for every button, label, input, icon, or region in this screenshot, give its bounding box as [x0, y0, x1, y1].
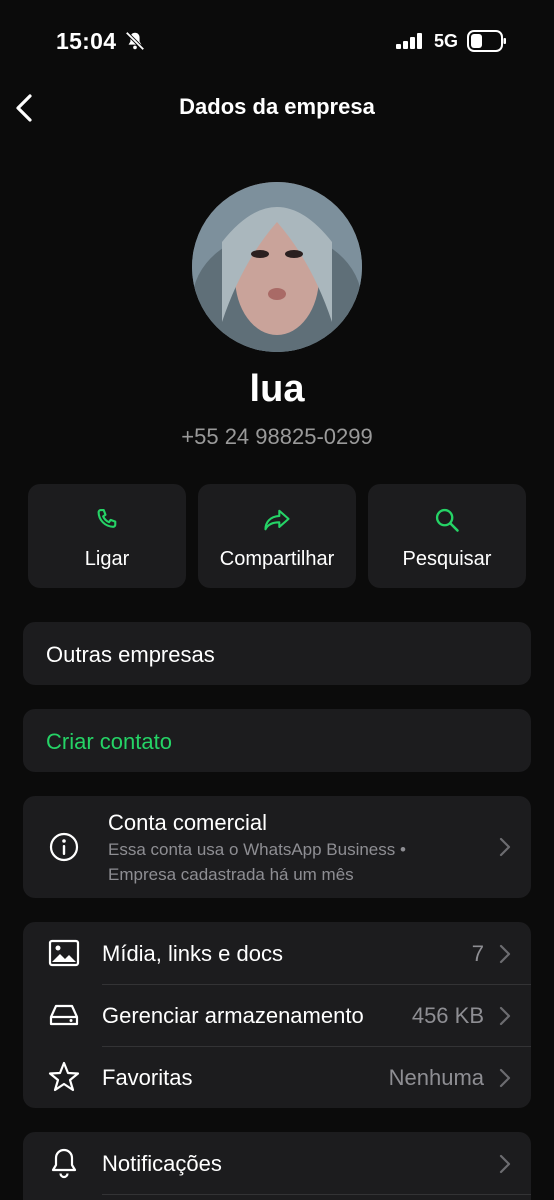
notifications-row[interactable]: Notificações	[23, 1132, 531, 1194]
chevron-right-icon	[499, 944, 511, 964]
profile-phone[interactable]: +55 24 98825-0299	[0, 424, 554, 450]
call-label: Ligar	[84, 548, 130, 570]
avatar[interactable]	[192, 182, 362, 352]
chevron-right-icon	[499, 1154, 511, 1174]
divider	[102, 1194, 531, 1195]
manage-storage-value: 456 KB	[411, 1003, 484, 1028]
call-button[interactable]: Ligar	[28, 484, 186, 588]
media-links-docs-label: Mídia, links e docs	[102, 941, 283, 966]
media-links-docs-count: 7	[471, 941, 484, 966]
business-account-row[interactable]: Conta comercial Essa conta usa o WhatsAp…	[23, 796, 531, 898]
page-title: Dados da empresa	[179, 94, 375, 119]
status-bar: 15:04 5G	[0, 0, 554, 80]
search-button[interactable]: Pesquisar	[368, 484, 526, 588]
create-contact-label: Criar contato	[46, 729, 172, 754]
share-icon	[264, 509, 290, 531]
signal-icon	[396, 33, 422, 49]
business-account-title: Conta comercial	[108, 810, 267, 835]
media-group: Mídia, links e docs 7 Gerenciar armazena…	[23, 922, 531, 1108]
create-contact-row[interactable]: Criar contato	[23, 709, 531, 772]
other-businesses-label: Outras empresas	[46, 642, 215, 667]
notifications-label: Notificações	[102, 1151, 222, 1176]
search-label: Pesquisar	[402, 548, 492, 570]
profile-name: lua	[249, 368, 305, 410]
info-icon	[49, 832, 79, 862]
star-icon	[48, 1061, 80, 1092]
share-label: Compartilhar	[219, 548, 335, 570]
phone-icon	[97, 509, 117, 528]
battery-icon	[467, 30, 506, 52]
avatar-photo	[192, 182, 362, 352]
image-icon	[48, 939, 80, 967]
share-button[interactable]: Compartilhar	[198, 484, 356, 588]
status-time: 15:04	[56, 28, 117, 54]
favorites-value: Nenhuma	[388, 1065, 484, 1090]
nav-bar: Dados da empresa	[0, 80, 554, 136]
network-type: 5G	[434, 31, 459, 51]
favorites-label: Favoritas	[102, 1065, 193, 1090]
business-account-line2: Empresa cadastrada há um mês	[108, 865, 354, 884]
media-links-docs-row[interactable]: Mídia, links e docs 7	[23, 922, 531, 984]
favorites-row[interactable]: Favoritas Nenhuma	[23, 1046, 531, 1108]
other-businesses-row[interactable]: Outras empresas	[23, 622, 531, 685]
business-account-line1: Essa conta usa o WhatsApp Business •	[108, 840, 406, 859]
storage-icon	[49, 1004, 79, 1026]
chevron-right-icon	[499, 1006, 511, 1026]
notifications-group: Notificações	[23, 1132, 531, 1200]
bell-icon	[51, 1148, 77, 1179]
chevron-right-icon	[499, 1068, 511, 1088]
manage-storage-row[interactable]: Gerenciar armazenamento 456 KB	[23, 984, 531, 1046]
bell-off-icon	[125, 31, 145, 51]
manage-storage-label: Gerenciar armazenamento	[102, 1003, 364, 1028]
search-icon	[435, 508, 459, 532]
chevron-right-icon	[499, 837, 511, 857]
